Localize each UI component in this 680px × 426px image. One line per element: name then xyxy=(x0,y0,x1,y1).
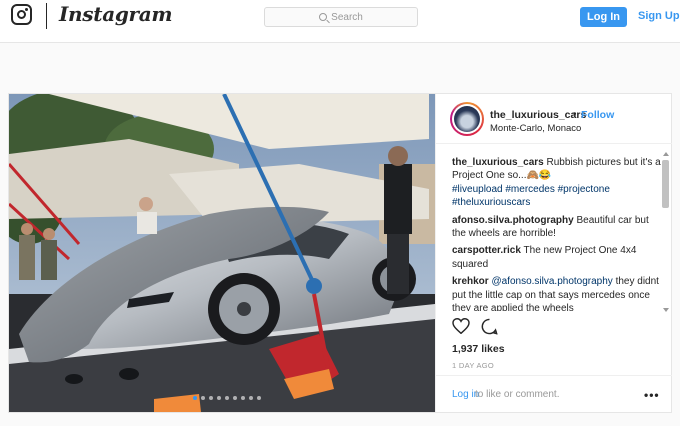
more-options-icon[interactable]: ••• xyxy=(644,388,660,402)
scroll-down-arrow-icon[interactable] xyxy=(663,308,669,312)
post-photo-illustration xyxy=(9,94,435,412)
avatar[interactable] xyxy=(450,102,484,136)
post-card: the_luxurious_cars • Follow Monte-Carlo,… xyxy=(8,93,672,413)
comment-username[interactable]: carspotter.rick xyxy=(452,245,521,256)
carousel-dots[interactable] xyxy=(193,396,261,400)
caption-hashtags[interactable]: #liveupload #mercedes #projectone #thelu… xyxy=(452,184,610,208)
search-placeholder: Search xyxy=(331,11,363,23)
avatar-image xyxy=(454,106,480,132)
comment-footer: Log in to like or comment. ••• xyxy=(436,375,672,412)
scrollbar-thumb[interactable] xyxy=(662,160,669,208)
carousel-dot[interactable] xyxy=(193,396,197,400)
login-prompt-text: to like or comment. xyxy=(475,389,560,400)
follow-button[interactable]: Follow xyxy=(581,109,614,121)
instagram-camera-icon[interactable] xyxy=(11,4,32,25)
separator-bullet: • xyxy=(573,109,577,120)
caption: the_luxurious_cars Rubbish pictures but … xyxy=(452,156,662,210)
comment-username[interactable]: afonso.silva.photography xyxy=(452,215,574,226)
carousel-dot[interactable] xyxy=(217,396,221,400)
instagram-wordmark-logo[interactable]: Instagram xyxy=(59,2,173,26)
top-nav: Instagram Search Log In Sign Up xyxy=(0,0,680,43)
login-button[interactable]: Log In xyxy=(580,7,627,27)
nav-divider xyxy=(46,3,47,29)
like-count[interactable]: 1,937 likes xyxy=(452,343,505,355)
search-icon xyxy=(319,13,328,21)
heart-icon[interactable] xyxy=(452,318,470,334)
carousel-dot[interactable] xyxy=(201,396,205,400)
carousel-dot[interactable] xyxy=(249,396,253,400)
comments-list[interactable]: the_luxurious_cars Rubbish pictures but … xyxy=(452,156,662,311)
scroll-up-arrow-icon[interactable] xyxy=(663,152,669,156)
comment-item: afonso.silva.photography Beautiful car b… xyxy=(452,214,662,241)
carousel-dot[interactable] xyxy=(233,396,237,400)
post-timestamp[interactable]: 1 DAY AGO xyxy=(452,361,494,370)
comment-username[interactable]: krehkor xyxy=(452,276,489,287)
comment-item: krehkor @afonso.silva.photography they d… xyxy=(452,275,662,311)
search-input[interactable]: Search xyxy=(264,7,418,27)
comment-item: carspotter.rick The new Project One 4x4 … xyxy=(452,244,662,271)
post-header: the_luxurious_cars • Follow Monte-Carlo,… xyxy=(436,94,672,144)
carousel-dot[interactable] xyxy=(257,396,261,400)
comment-icon[interactable] xyxy=(481,318,498,335)
carousel-dot[interactable] xyxy=(209,396,213,400)
signup-link[interactable]: Sign Up xyxy=(638,10,680,22)
caption-username[interactable]: the_luxurious_cars xyxy=(452,157,544,168)
carousel-dot[interactable] xyxy=(225,396,229,400)
post-sidebar: the_luxurious_cars • Follow Monte-Carlo,… xyxy=(435,94,672,412)
post-photo[interactable] xyxy=(9,94,435,412)
post-location[interactable]: Monte-Carlo, Monaco xyxy=(490,123,581,134)
carousel-dot[interactable] xyxy=(241,396,245,400)
post-username[interactable]: the_luxurious_cars xyxy=(490,109,586,121)
comment-mention[interactable]: @afonso.silva.photography xyxy=(491,276,612,287)
comments-scrollbar[interactable] xyxy=(662,152,670,312)
post-actions xyxy=(452,318,498,335)
